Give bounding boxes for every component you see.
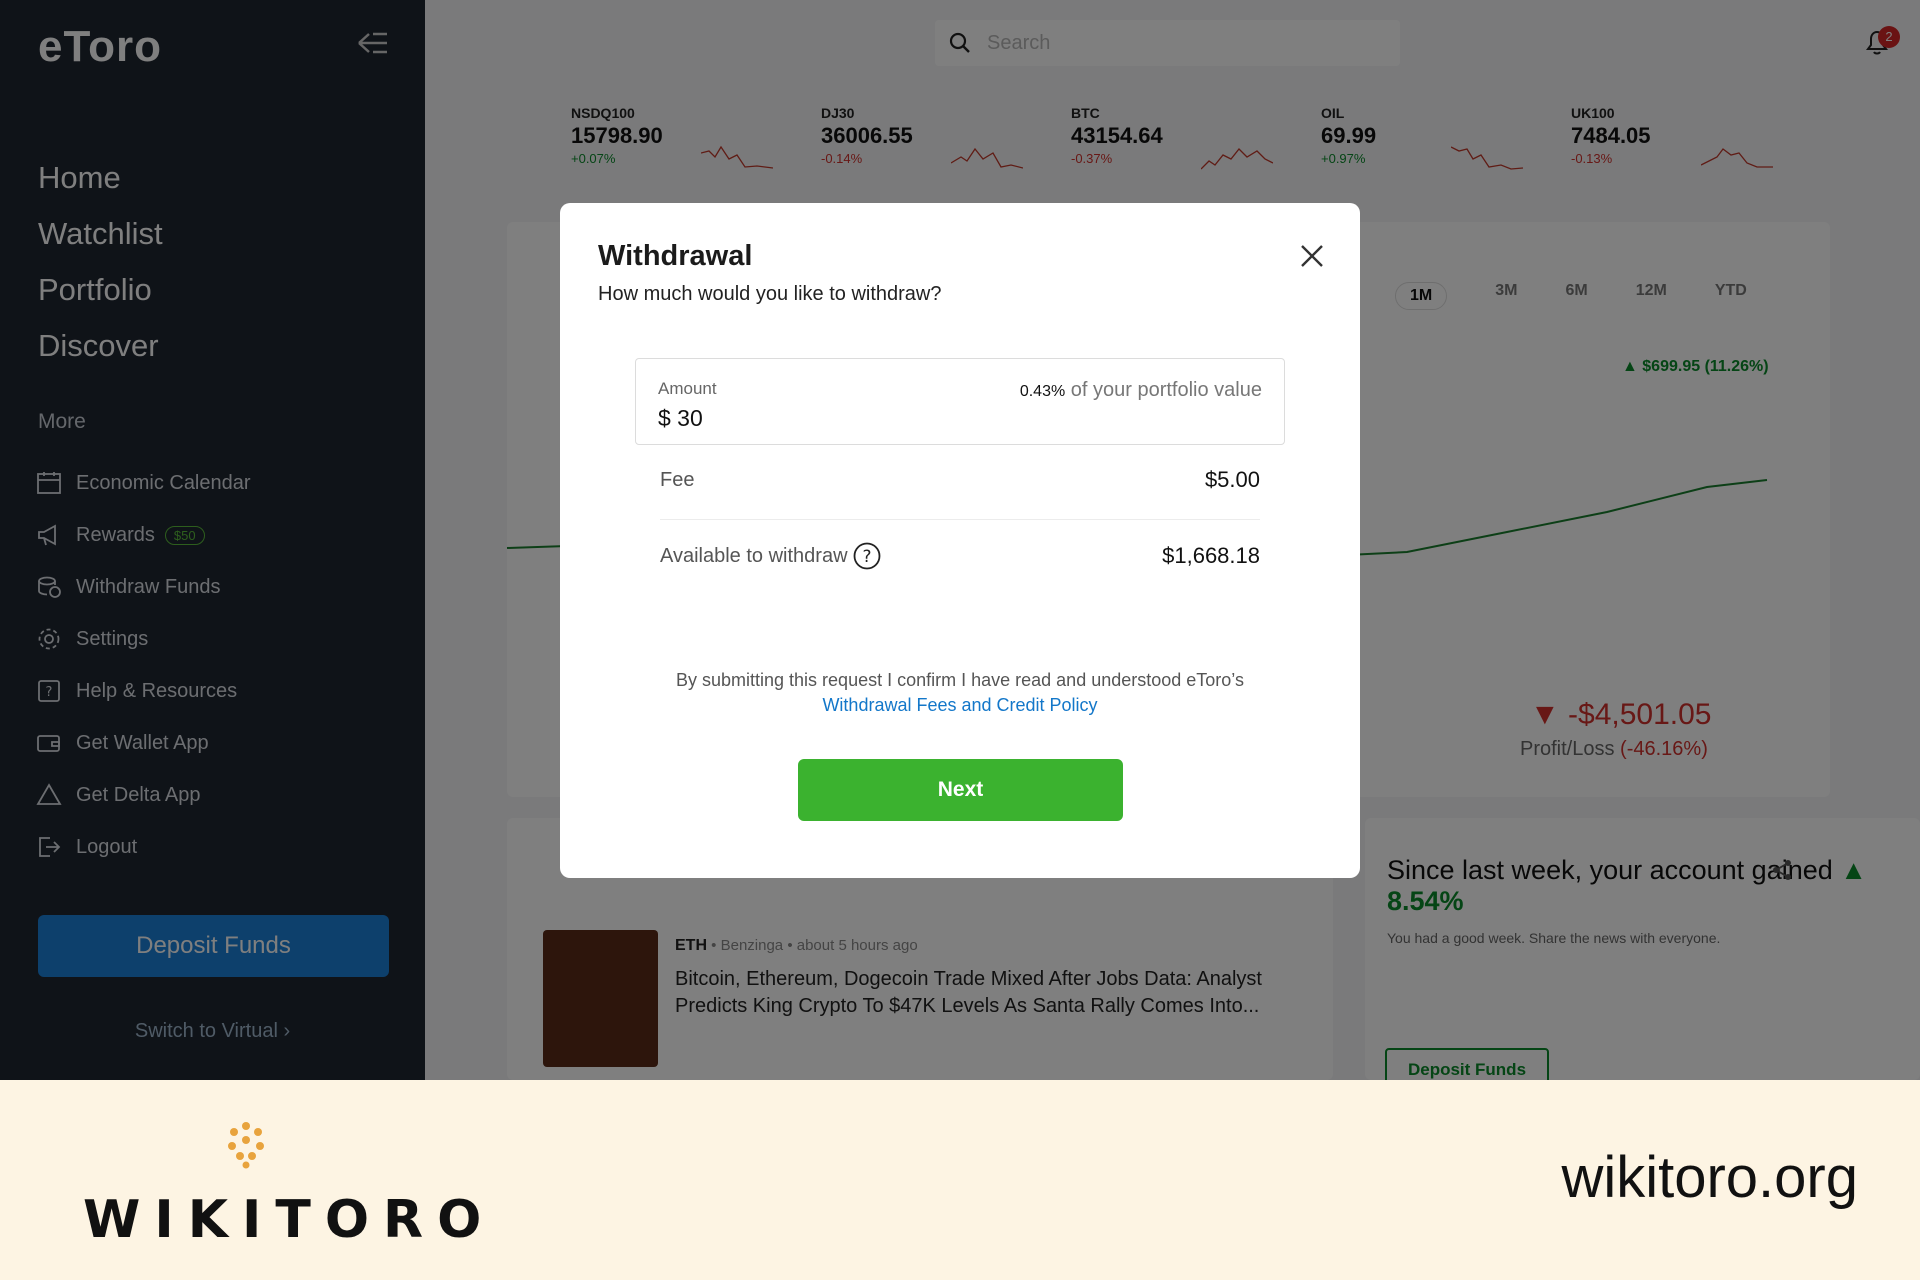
modal-subtitle: How much would you like to withdraw?: [598, 283, 942, 305]
portfolio-percent-value: 0.43%: [1019, 383, 1066, 400]
wikitoro-footer: WIKITORO wikitoro.org: [0, 1080, 1920, 1280]
policy-link[interactable]: Withdrawal Fees and Credit Policy: [822, 695, 1097, 715]
svg-text:?: ?: [862, 547, 871, 567]
confirmation-text: By submitting this request I confirm I h…: [640, 668, 1280, 718]
next-button[interactable]: Next: [798, 759, 1123, 821]
wikitoro-wordmark: WIKITORO: [83, 1190, 496, 1250]
fee-label: Fee: [660, 469, 695, 491]
close-icon[interactable]: [1296, 240, 1328, 272]
confirmation-statement: By submitting this request I confirm I h…: [676, 670, 1244, 690]
available-value: $1,668.18: [1162, 543, 1260, 568]
etoro-app: eToro Home Watchlist Portfolio Discover …: [0, 0, 1920, 1080]
portfolio-percent-suffix: of your portfolio value: [1070, 379, 1262, 401]
wikitoro-logo-icon: [228, 1122, 264, 1169]
fee-row: Fee $5.00: [660, 451, 1260, 511]
amount-input[interactable]: [658, 405, 958, 432]
amount-field[interactable]: Amount 0.43% of your portfolio value: [635, 358, 1285, 445]
wikitoro-url[interactable]: wikitoro.org: [1561, 1144, 1858, 1211]
withdrawal-modal: Withdrawal How much would you like to wi…: [560, 203, 1360, 878]
portfolio-percent-note: 0.43% of your portfolio value: [1020, 379, 1262, 402]
divider: [660, 519, 1260, 520]
amount-label: Amount: [658, 379, 717, 398]
available-row: Available to withdraw ? $1,668.18: [660, 527, 1260, 587]
question-icon[interactable]: ?: [852, 541, 882, 571]
available-label: Available to withdraw: [660, 545, 848, 567]
fee-value: $5.00: [1204, 467, 1260, 492]
modal-title: Withdrawal: [598, 240, 753, 272]
